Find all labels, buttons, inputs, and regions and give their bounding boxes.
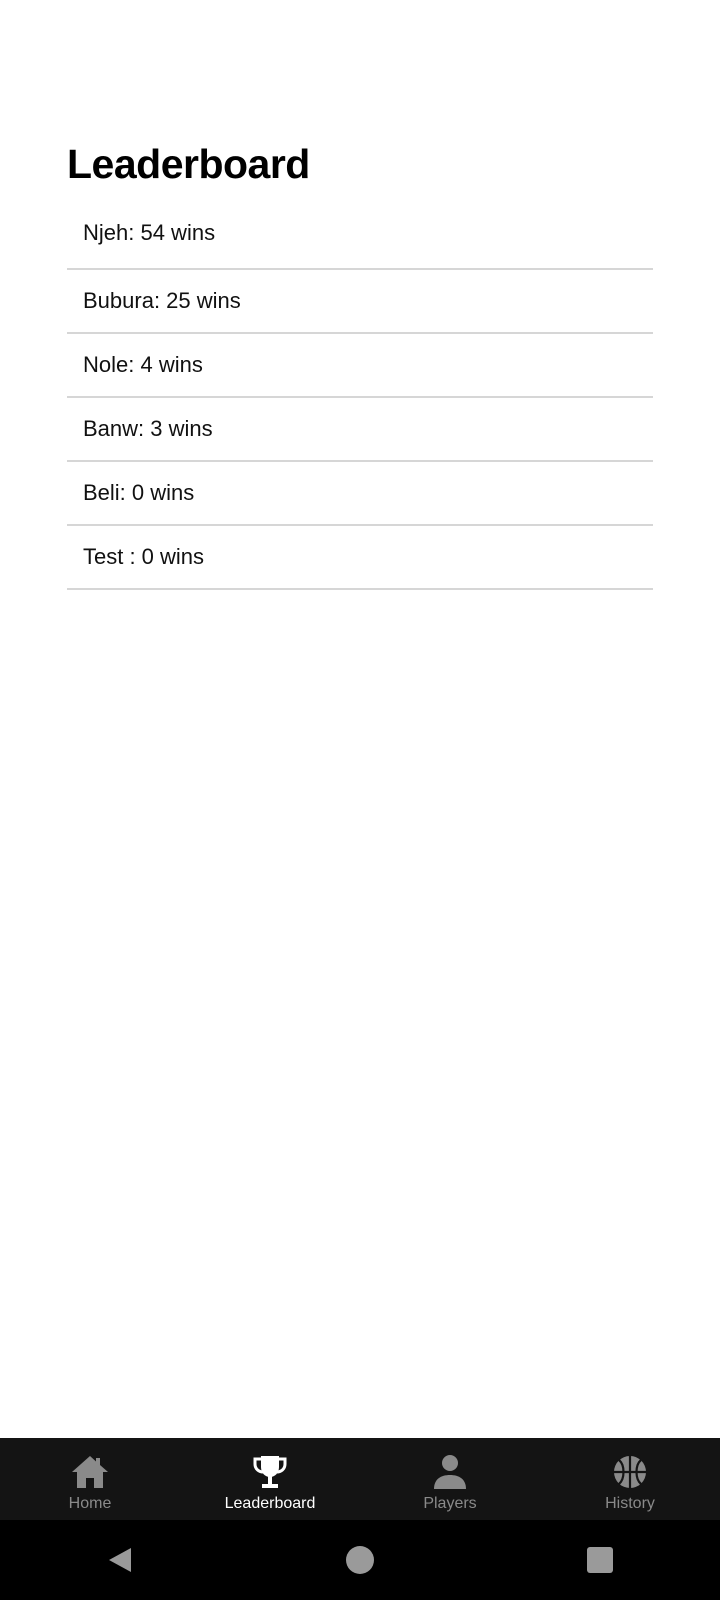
list-item: Bubura: 25 wins	[67, 270, 653, 334]
entry-text: Njeh: 54 wins	[83, 220, 216, 245]
nav-tab-home[interactable]: Home	[0, 1438, 180, 1520]
main-content: Leaderboard Njeh: 54 wins Bubura: 25 win…	[67, 136, 653, 590]
nav-tab-history[interactable]: History	[540, 1438, 720, 1520]
entry-text: Test : 0 wins	[83, 544, 205, 569]
nav-label-history: History	[605, 1495, 655, 1512]
nav-label-leaderboard: Leaderboard	[224, 1495, 316, 1512]
nav-tab-leaderboard[interactable]: Leaderboard	[180, 1438, 360, 1520]
nav-label-home: Home	[68, 1495, 112, 1512]
entry-text: Beli: 0 wins	[83, 480, 195, 505]
bottom-navigation: Home Leaderboard Players History	[0, 1438, 720, 1520]
person-icon	[430, 1453, 470, 1491]
list-item: Njeh: 54 wins	[67, 202, 653, 270]
home-system-button[interactable]	[330, 1530, 390, 1590]
entry-text: Banw: 3 wins	[83, 416, 213, 441]
page-title: Leaderboard	[67, 141, 310, 187]
trophy-icon	[250, 1453, 290, 1491]
nav-tab-players[interactable]: Players	[360, 1438, 540, 1520]
list-item: Nole: 4 wins	[67, 334, 653, 398]
list-item: Test : 0 wins	[67, 526, 653, 590]
entry-text: Bubura: 25 wins	[83, 288, 241, 313]
leaderboard-screen: Leaderboard Njeh: 54 wins Bubura: 25 win…	[0, 0, 720, 1600]
home-icon	[70, 1453, 110, 1491]
back-icon	[109, 1548, 131, 1572]
back-button[interactable]	[90, 1530, 150, 1590]
recents-button[interactable]	[570, 1530, 630, 1590]
list-item: Beli: 0 wins	[67, 462, 653, 526]
system-navigation-bar	[0, 1520, 720, 1600]
nav-label-players: Players	[423, 1495, 477, 1512]
leaderboard-list: Njeh: 54 wins Bubura: 25 wins Nole: 4 wi…	[67, 202, 653, 590]
recents-icon	[587, 1547, 613, 1573]
basketball-icon	[610, 1453, 650, 1491]
entry-text: Nole: 4 wins	[83, 352, 203, 377]
list-item: Banw: 3 wins	[67, 398, 653, 462]
home-circle-icon	[346, 1546, 374, 1574]
